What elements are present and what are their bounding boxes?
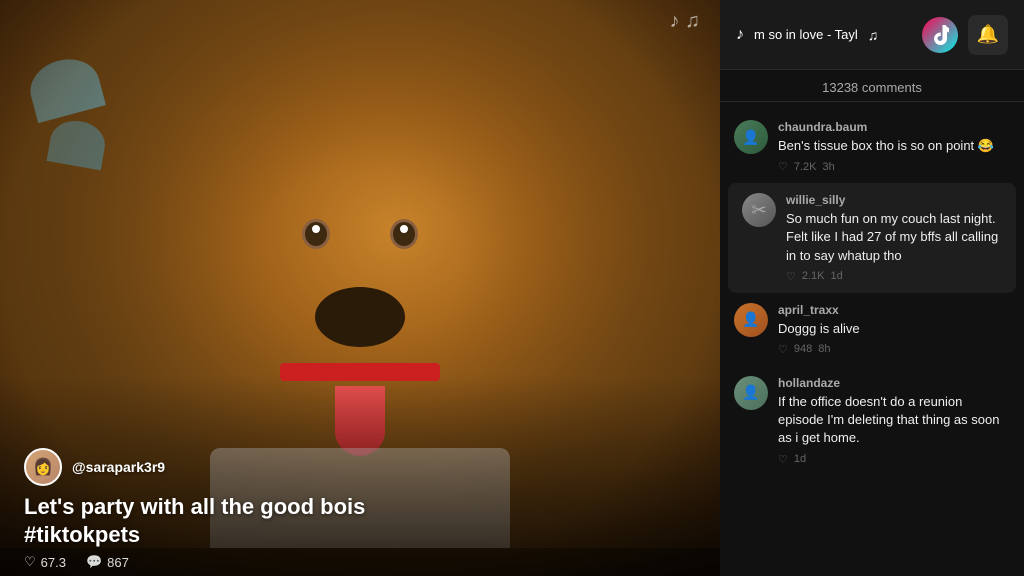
comments-panel: ♪ m so in love - Tayl ♫ 🔔 13238 comments… <box>720 0 1024 576</box>
like-icon: ♡ <box>786 270 796 283</box>
comment-username: chaundra.baum <box>778 120 1010 134</box>
comment-avatar: ✂ <box>742 193 776 227</box>
author-name: @sarapark3r9 <box>72 459 165 475</box>
video-player[interactable]: 👩 @sarapark3r9 Let's party with all the … <box>0 0 720 576</box>
comment-time: 1d <box>831 270 843 282</box>
comment-username: hollandaze <box>778 376 1010 390</box>
comment-count: 867 <box>107 555 129 570</box>
comment-body: april_traxx Doggg is alive ♡ 948 8h <box>778 303 1010 356</box>
heart-icon: ♡ <box>24 554 36 570</box>
comment-likes: 2.1K <box>802 270 825 282</box>
comment-likes: 948 <box>794 343 812 355</box>
tiktok-logo <box>922 17 958 53</box>
comment-meta: ♡ 2.1K 1d <box>786 270 1002 283</box>
comment-stat: 💬 867 <box>86 554 129 570</box>
comment-meta: ♡ 1d <box>778 453 1010 466</box>
comment-meta: ♡ 948 8h <box>778 343 1010 356</box>
like-stat: ♡ 67.3 <box>24 554 66 570</box>
dog-snout <box>315 287 405 347</box>
video-caption: Let's party with all the good bois #tikt… <box>24 493 374 548</box>
like-icon: ♡ <box>778 160 788 173</box>
music-note-icon: ♪ <box>736 26 744 44</box>
comment-avatar: 👤 <box>734 303 768 337</box>
music-note-2: ♫ <box>868 27 879 43</box>
comment-text: So much fun on my couch last night. Felt… <box>786 210 1002 265</box>
comment-text: Doggg is alive <box>778 320 1010 338</box>
comment-username: willie_silly <box>786 193 1002 207</box>
music-notes-decoration: ♪ ♫ <box>669 10 700 33</box>
comment-body: hollandaze If the office doesn't do a re… <box>778 376 1010 466</box>
like-count: 67.3 <box>41 555 66 570</box>
comment-time: 3h <box>823 161 835 173</box>
stats-bar: ♡ 67.3 💬 867 <box>0 548 720 576</box>
now-playing: ♪ m so in love - Tayl ♫ <box>736 26 922 44</box>
comment-text: If the office doesn't do a reunion episo… <box>778 393 1010 448</box>
comment-body: willie_silly So much fun on my couch las… <box>786 193 1002 283</box>
comment-time: 8h <box>818 343 830 355</box>
dog-eyes <box>302 219 418 249</box>
comment-body: chaundra.baum Ben's tissue box tho is so… <box>778 120 1010 173</box>
comment-likes: 7.2K <box>794 161 817 173</box>
comment-item: 👤 hollandaze If the office doesn't do a … <box>720 366 1024 476</box>
top-bar: ♪ m so in love - Tayl ♫ 🔔 <box>720 0 1024 70</box>
author-area: 👩 @sarapark3r9 <box>24 448 165 486</box>
comments-total: 13238 comments <box>720 70 1024 102</box>
comment-item-highlighted: ✂ willie_silly So much fun on my couch l… <box>728 183 1016 293</box>
comment-item: 👤 april_traxx Doggg is alive ♡ 948 8h <box>720 293 1024 366</box>
comment-text: Ben's tissue box tho is so on point 😂 <box>778 137 1010 155</box>
comment-item: 👤 chaundra.baum Ben's tissue box tho is … <box>720 110 1024 183</box>
song-title: m so in love - Tayl <box>754 27 858 42</box>
comment-meta: ♡ 7.2K 3h <box>778 160 1010 173</box>
comments-list[interactable]: 👤 chaundra.baum Ben's tissue box tho is … <box>720 102 1024 576</box>
comment-time: 1d <box>794 453 806 465</box>
author-avatar: 👩 <box>24 448 62 486</box>
bell-button[interactable]: 🔔 <box>968 15 1008 55</box>
comment-avatar: 👤 <box>734 376 768 410</box>
comment-avatar: 👤 <box>734 120 768 154</box>
dog-eye-left <box>302 219 330 249</box>
like-icon: ♡ <box>778 343 788 356</box>
comment-username: april_traxx <box>778 303 1010 317</box>
bell-icon: 🔔 <box>977 24 999 45</box>
comment-icon: 💬 <box>86 554 102 570</box>
dog-eye-right <box>390 219 418 249</box>
like-icon: ♡ <box>778 453 788 466</box>
